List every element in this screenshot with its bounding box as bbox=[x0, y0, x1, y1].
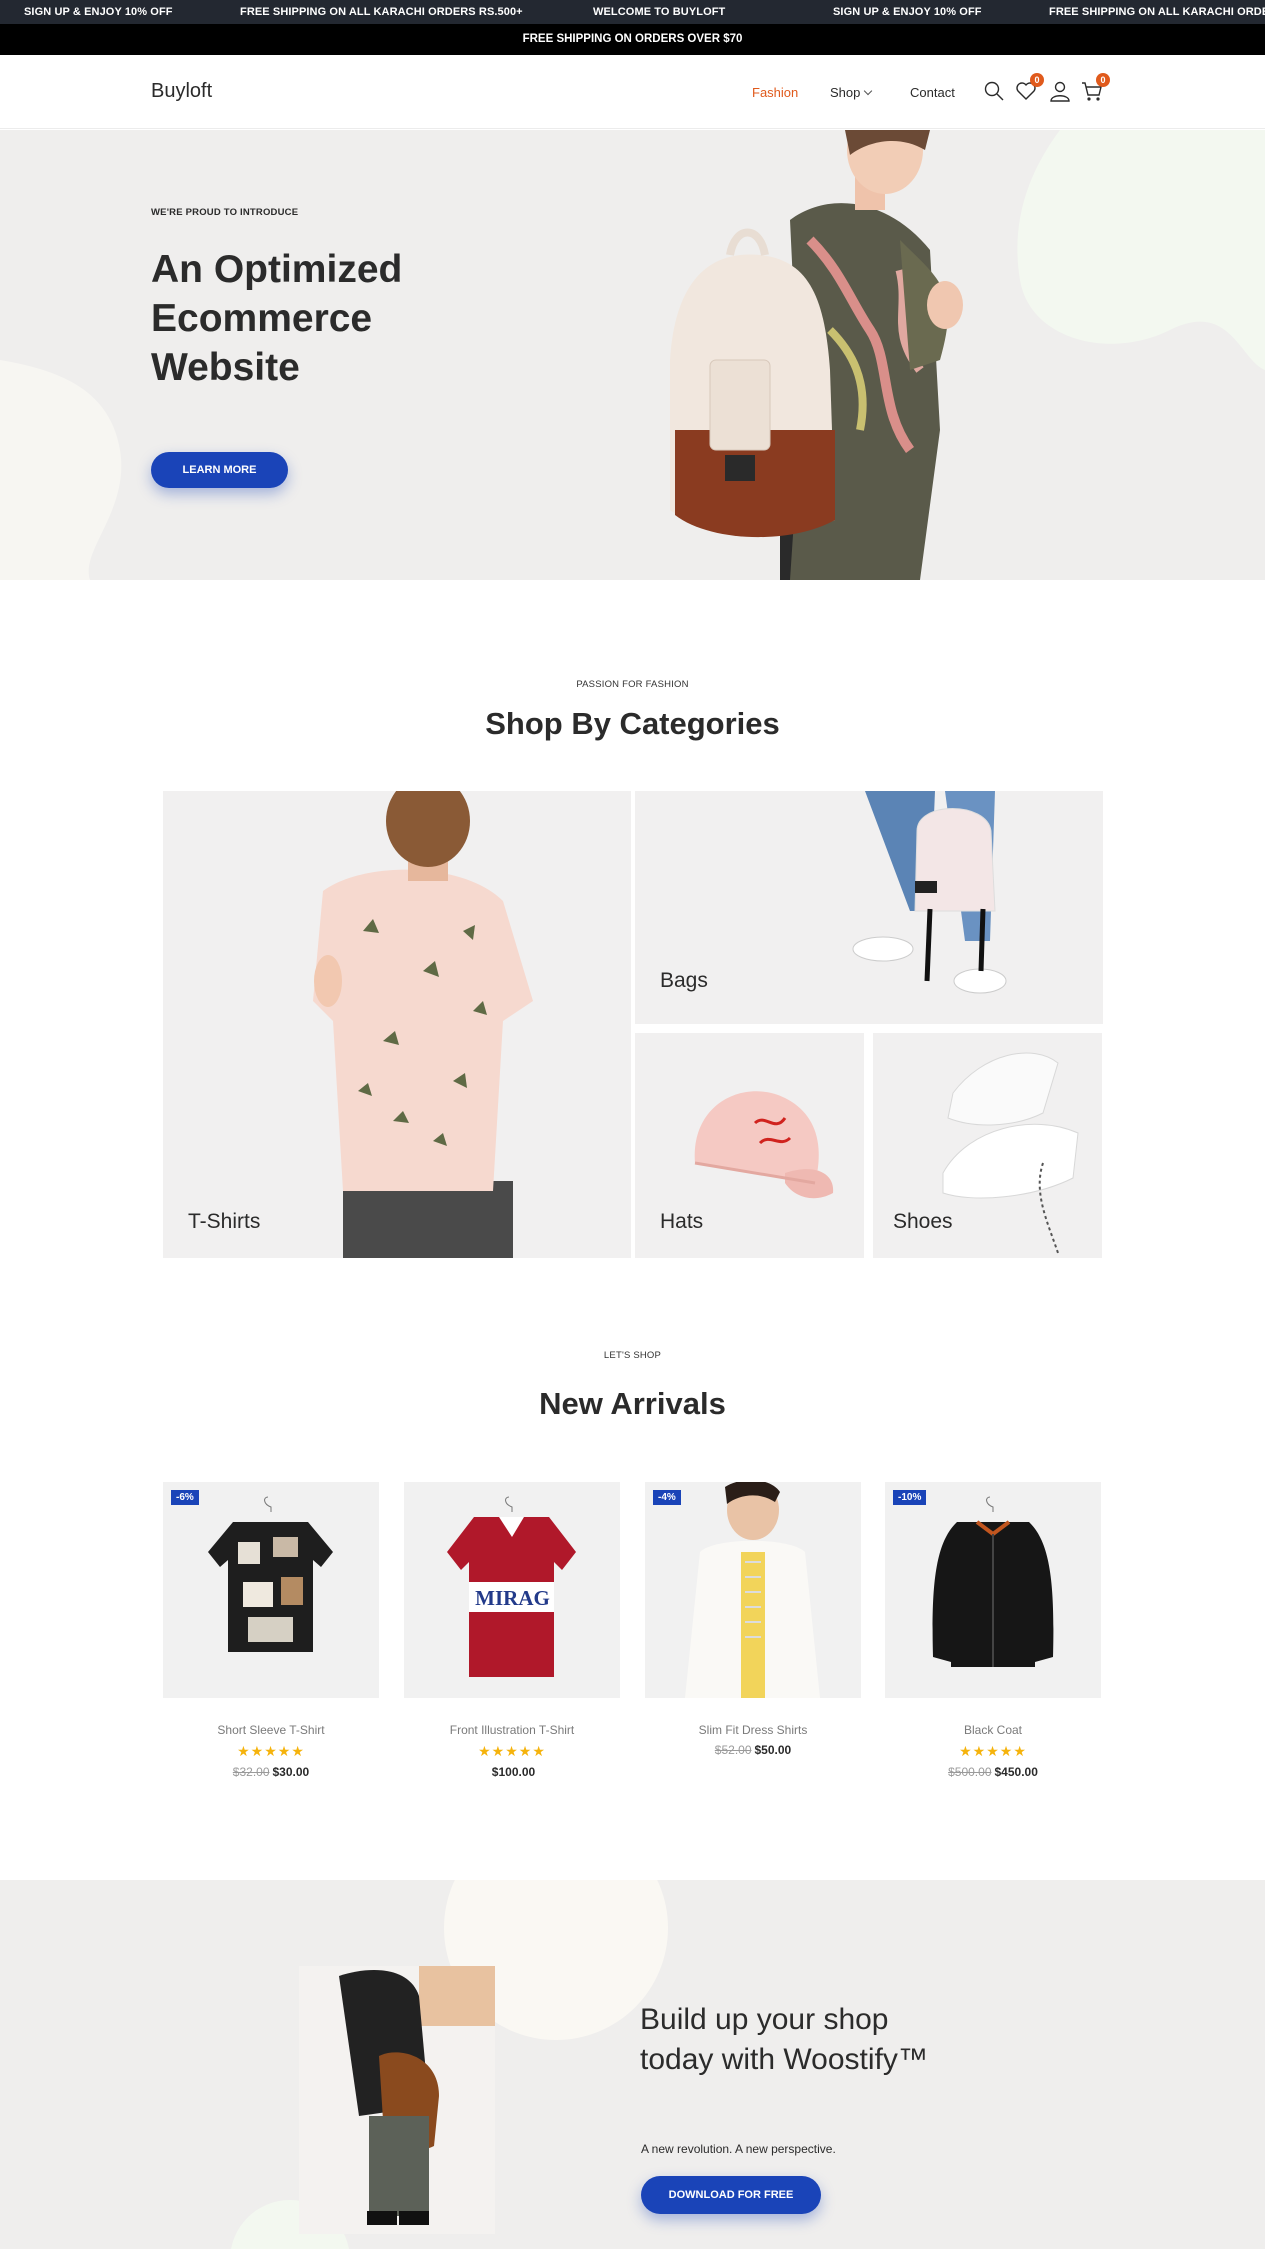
wishlist-count-badge: 0 bbox=[1030, 73, 1044, 87]
current-price: $50.00 bbox=[754, 1743, 792, 1757]
categories-title: Shop By Categories bbox=[485, 706, 780, 741]
ticker-item: WELCOME TO BUYLOFT bbox=[593, 6, 726, 18]
site-header: Buyloft Fashion Shop Contact 0 0 bbox=[0, 55, 1265, 129]
product-image[interactable]: MIRAG bbox=[404, 1482, 620, 1698]
product-price: $500.00 $450.00 bbox=[885, 1765, 1101, 1779]
promo-banner: Build up your shop today with Woostify™ … bbox=[0, 1880, 1265, 2249]
ticker-item: SIGN UP & ENJOY 10% OFF bbox=[24, 6, 173, 18]
site-logo[interactable]: Buyloft bbox=[151, 80, 212, 103]
current-price: $100.00 bbox=[491, 1765, 536, 1779]
product-price: $52.00 $50.00 bbox=[645, 1743, 861, 1757]
current-price: $450.00 bbox=[994, 1765, 1038, 1779]
ticker-item: SIGN UP & ENJOY 10% OFF bbox=[833, 6, 982, 18]
current-price: $30.00 bbox=[272, 1765, 310, 1779]
search-icon[interactable] bbox=[982, 79, 1006, 103]
product-price: $32.00 $30.00 bbox=[163, 1765, 379, 1779]
arrivals-eyebrow: LET'S SHOP bbox=[603, 1350, 662, 1361]
tshirt-model-image bbox=[313, 791, 533, 1258]
banner-title: Build up your shop today with Woostify™ bbox=[640, 2003, 928, 2076]
nav-item-shop[interactable]: Shop bbox=[830, 85, 873, 100]
category-tile-hats[interactable]: Hats bbox=[635, 1033, 864, 1258]
hero-title: An Optimized Ecommerce Website bbox=[151, 248, 403, 389]
chevron-down-icon bbox=[864, 86, 873, 96]
product-name[interactable]: Front Illustration T-Shirt bbox=[404, 1723, 620, 1737]
product-image[interactable]: -6% bbox=[163, 1482, 379, 1698]
cart-button[interactable]: 0 bbox=[1080, 73, 1110, 103]
product-photo bbox=[208, 1496, 333, 1652]
product-name[interactable]: Slim Fit Dress Shirts bbox=[645, 1723, 861, 1737]
product-card[interactable]: -10% Black Coat ★★★★★ $500.00 $450.00 bbox=[885, 1482, 1101, 1779]
ticker-item: FREE SHIPPING ON ALL KARACHI ORDERS RS.5… bbox=[1049, 6, 1265, 18]
ticker-item: FREE SHIPPING ON ALL KARACHI ORDERS RS.5… bbox=[240, 6, 523, 18]
announcement-ticker: SIGN UP & ENJOY 10% OFF FREE SHIPPING ON… bbox=[0, 0, 1265, 24]
sale-badge: -4% bbox=[653, 1490, 681, 1505]
download-button[interactable]: DOWNLOAD FOR FREE bbox=[641, 2176, 821, 2214]
categories-eyebrow: PASSION FOR FASHION bbox=[576, 679, 689, 690]
hero-model-image bbox=[670, 130, 963, 580]
product-card[interactable]: -6% Short Sleeve T-Shirt ★★★★★ $32.00 $30… bbox=[163, 1482, 379, 1779]
learn-more-button[interactable]: LEARN MORE bbox=[151, 452, 288, 488]
category-tile-bags[interactable]: Bags bbox=[635, 791, 1103, 1024]
product-price: $100.00 bbox=[404, 1765, 620, 1779]
category-label: T-Shirts bbox=[188, 1210, 261, 1233]
old-price: $52.00 bbox=[714, 1743, 752, 1757]
product-photo bbox=[685, 1482, 820, 1698]
nav-item-contact[interactable]: Contact bbox=[910, 85, 955, 100]
banner-model-image bbox=[299, 1966, 495, 2234]
hero-section: WE'RE PROUD TO INTRODUCE An Optimized Ec… bbox=[0, 130, 1265, 580]
product-image[interactable]: -10% bbox=[885, 1482, 1101, 1698]
product-name[interactable]: Black Coat bbox=[885, 1723, 1101, 1737]
nav-item-fashion[interactable]: Fashion bbox=[752, 85, 798, 100]
category-label: Hats bbox=[660, 1210, 704, 1233]
hero-eyebrow: WE'RE PROUD TO INTRODUCE bbox=[151, 207, 299, 218]
product-card[interactable]: -4% Slim Fit Dress Shirts $52.00 $50.00 bbox=[645, 1482, 861, 1757]
arrivals-title: New Arrivals bbox=[539, 1386, 726, 1421]
rating-stars: ★★★★★ bbox=[237, 1743, 305, 1759]
sale-badge: -10% bbox=[893, 1490, 927, 1505]
promo-bar: FREE SHIPPING ON ORDERS OVER $70 bbox=[0, 24, 1265, 55]
category-tile-tshirts[interactable]: T-Shirts bbox=[163, 791, 631, 1258]
old-price: $32.00 bbox=[232, 1765, 270, 1779]
rating-stars: ★★★★★ bbox=[478, 1743, 546, 1759]
category-label: Shoes bbox=[893, 1210, 953, 1233]
nav-item-shop-label: Shop bbox=[830, 85, 861, 100]
product-name[interactable]: Short Sleeve T-Shirt bbox=[163, 1723, 379, 1737]
sale-badge: -6% bbox=[171, 1490, 199, 1505]
cart-count-badge: 0 bbox=[1096, 73, 1110, 87]
tee-print-text: MIRAG bbox=[475, 1586, 550, 1610]
banner-subtitle: A new revolution. A new perspective. bbox=[641, 2142, 836, 2156]
wishlist-button[interactable]: 0 bbox=[1014, 73, 1044, 103]
rating-stars: ★★★★★ bbox=[959, 1743, 1027, 1759]
old-price: $500.00 bbox=[948, 1765, 992, 1779]
category-tile-shoes[interactable]: Shoes bbox=[873, 1033, 1102, 1258]
banner-background-shapes bbox=[231, 1880, 668, 2249]
product-photo bbox=[932, 1496, 1054, 1667]
product-card[interactable]: MIRAG Front Illustration T-Shirt ★★★★★ $… bbox=[404, 1482, 620, 1779]
user-icon[interactable] bbox=[1048, 79, 1072, 103]
product-image[interactable]: -4% bbox=[645, 1482, 861, 1698]
promo-text: FREE SHIPPING ON ORDERS OVER $70 bbox=[522, 33, 743, 45]
category-label: Bags bbox=[660, 969, 708, 992]
